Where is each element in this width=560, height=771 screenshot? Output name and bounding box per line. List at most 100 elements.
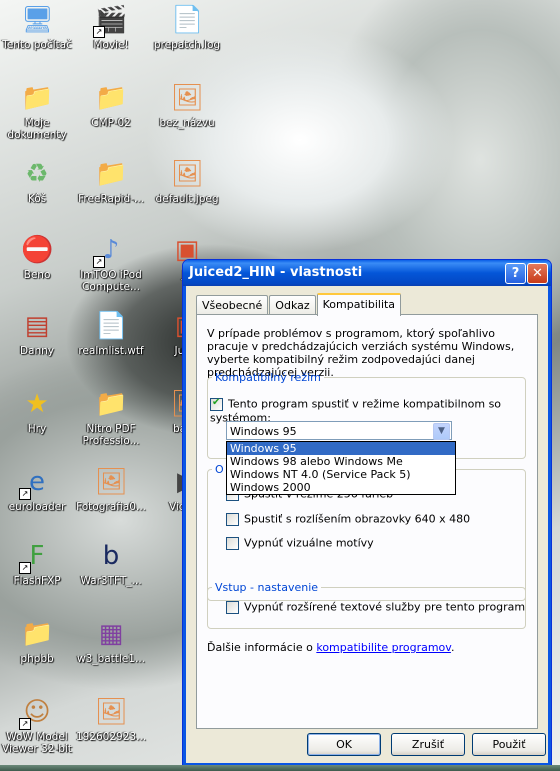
shortcut-arrow-icon: ↗ (93, 26, 105, 38)
more-info-prefix: Ďalšie informácie o (207, 641, 317, 654)
folder-icon: 📁 (95, 83, 128, 113)
compat-mode-select[interactable]: Windows 95 ▼ (226, 421, 452, 440)
desktop-icon[interactable]: 🖼 default.jpeg (150, 158, 224, 205)
tab-strip: Všeobecné Odkaz Kompatibilita (196, 293, 402, 316)
shortcut-arrow-icon: ↗ (93, 256, 105, 268)
desktop-icon-label: Fotografia0... (76, 501, 146, 513)
cancel-button[interactable]: Zrušiť (391, 733, 465, 756)
winrar-archive-icon: ▦ (98, 619, 124, 649)
dropdown-option-windows-nt4[interactable]: Windows NT 4.0 (Service Pack 5) (227, 468, 455, 481)
apply-button[interactable]: Použiť (472, 733, 546, 756)
compat-mode-selected-value: Windows 95 (230, 425, 297, 438)
desktop-icon-label: prepatch.log (153, 39, 221, 51)
desktop-icon-label: Moje dokumenty (7, 117, 67, 141)
checkbox-icon (226, 536, 239, 550)
desktop-icon-label: Nitro PDF Professio... (82, 423, 140, 447)
tab-general[interactable]: Všeobecné (196, 295, 269, 315)
desktop-icon-label: bez_názvu (159, 117, 215, 129)
resolution-640-label: Spustiť s rozlíšením obrazovky 640 x 480 (244, 512, 471, 526)
desktop-icon[interactable]: ♻ Kôš (0, 158, 74, 205)
my-documents-icon: 📁 (21, 83, 54, 113)
resolution-640-checkbox[interactable]: Spustiť s rozlíšením obrazovky 640 x 480 (226, 512, 470, 526)
desktop-icon[interactable]: 📁 phpbb (0, 618, 74, 665)
file-icon: ▤ (24, 311, 50, 341)
compatibility-panel: V prípade problémov s programom, ktorý s… (196, 314, 538, 729)
desktop-icon-label: 192602923... (75, 731, 147, 743)
more-info-text: Ďalšie informácie o kompatibilite progra… (207, 641, 454, 654)
dropdown-option-windows-95[interactable]: Windows 95 (227, 442, 455, 455)
desktop-icon-label: Danny (19, 345, 55, 357)
desktop-icon-label: default.jpeg (155, 193, 219, 205)
desktop-icon-label: euroloader (8, 501, 66, 513)
disable-text-services-label: Vypnúť rozšírené textové služby pre tent… (244, 600, 526, 614)
ok-button[interactable]: OK (307, 733, 381, 756)
checkbox-icon (226, 512, 239, 526)
desktop-icon[interactable]: ▦ w3_battle1... (74, 618, 148, 665)
desktop-icon[interactable]: 📄 realmlist.wtf (74, 310, 148, 357)
text-file-icon: 📄 (95, 311, 128, 341)
desktop-icon[interactable]: ★ Hry (0, 388, 74, 435)
desktop-icon-label: Movie! (93, 39, 129, 51)
desktop-icon-label: w3_battle1... (77, 653, 145, 665)
dropdown-option-windows-2000[interactable]: Windows 2000 (227, 481, 455, 494)
desktop-icon[interactable]: ♪ ↗ ImTOO iPod Compute... (74, 234, 148, 293)
image-file-icon: 🖼 (95, 467, 129, 497)
wow-model-viewer-icon: ☺ ↗ (19, 696, 53, 730)
compat-mode-dropdown-list: Windows 95 Windows 98 alebo Windows Me W… (226, 441, 456, 495)
desktop-icon[interactable]: 🖥 Tento počítač (0, 4, 74, 51)
euroloader-icon: e ↗ (19, 466, 53, 500)
desktop-icon[interactable]: 🖼 192602923... (74, 696, 148, 743)
checkbox-checked-icon (210, 397, 223, 411)
shortcut-arrow-icon: ↗ (19, 562, 31, 574)
log-file-icon: 📄 (171, 5, 204, 35)
properties-dialog: Juiced2_HIN - vlastnosti ? ✕ Všeobecné O… (182, 259, 552, 767)
close-button[interactable]: ✕ (527, 263, 548, 284)
shortcut-arrow-icon: ↗ (19, 718, 31, 730)
disable-text-services-checkbox[interactable]: Vypnúť rozšírené textové služby pre tent… (226, 600, 525, 614)
desktop-icon[interactable]: 📁 FreeRapid-... (74, 158, 148, 205)
ipod-app-icon: ♪ ↗ (93, 234, 127, 268)
desktop-icon[interactable]: 🎬 ↗ Movie! (74, 4, 148, 51)
desktop-icon[interactable]: 📁 Nitro PDF Professio... (74, 388, 148, 447)
recycle-bin-icon: ♻ (25, 159, 49, 189)
desktop-icon[interactable]: F ↗ FlashFXP (0, 540, 74, 587)
movie-icon: 🎬 ↗ (93, 5, 128, 38)
taskbar-edge (0, 765, 560, 771)
desktop-icon[interactable]: 📁 Moje dokumenty (0, 82, 74, 141)
image-file-icon: 🖼 (171, 83, 205, 113)
desktop-icon-label: realmlist.wtf (78, 345, 144, 357)
desktop-icon[interactable]: ⛔ Beno (0, 234, 74, 281)
compatibility-help-link[interactable]: kompatibilite programov (316, 641, 451, 654)
desktop-icon-label: Tento počítač (2, 39, 72, 51)
bnet-icon: b (102, 541, 120, 571)
folder-icon: 📁 (21, 619, 54, 649)
desktop-icon[interactable]: 📁 CMP-02 (74, 82, 148, 129)
desktop-icon-label: phpbb (20, 653, 54, 665)
desktop-icon[interactable]: 🖼 bez_názvu (150, 82, 224, 129)
title-bar[interactable]: Juiced2_HIN - vlastnosti ? ✕ (183, 260, 551, 286)
blocked-icon: ⛔ (21, 235, 54, 265)
flashfxp-icon: F ↗ (19, 540, 53, 574)
disable-themes-label: Vypnúť vizuálne motívy (244, 536, 374, 550)
desktop-icon-label: ImTOO iPod Compute... (80, 269, 142, 293)
desktop-icon[interactable]: ☺ ↗ WoW Model Viewer 32-bit (0, 696, 74, 755)
image-file-icon: 🖼 (95, 697, 129, 727)
disable-themes-checkbox[interactable]: Vypnúť vizuálne motívy (226, 536, 374, 550)
compat-mode-checkbox[interactable]: Tento program spustiť v režime kompatibi… (210, 397, 537, 424)
window-title: Juiced2_HIN - vlastnosti (189, 265, 363, 280)
chevron-down-icon[interactable]: ▼ (433, 423, 450, 440)
desktop-icon[interactable]: 📄 prepatch.log (150, 4, 224, 51)
tab-shortcut[interactable]: Odkaz (269, 295, 316, 315)
help-button[interactable]: ? (505, 263, 526, 284)
compat-mode-legend: Kompatibilný režim (215, 371, 321, 384)
tab-compatibility[interactable]: Kompatibilita (316, 293, 402, 316)
desktop-icon-label: Kôš (27, 193, 47, 205)
dialog-client: Všeobecné Odkaz Kompatibilita V prípade … (187, 287, 547, 762)
desktop-icon[interactable]: e ↗ euroloader (0, 466, 74, 513)
desktop-icon[interactable]: b War3TFT_... (74, 540, 148, 587)
desktop-icon[interactable]: ▤ Danny (0, 310, 74, 357)
dropdown-option-windows-98-me[interactable]: Windows 98 alebo Windows Me (227, 455, 455, 468)
desktop-icon-label: WoW Model Viewer 32-bit (2, 731, 72, 755)
desktop-icon[interactable]: 🖼 Fotografia0... (74, 466, 148, 513)
my-computer-icon: 🖥 (21, 5, 55, 35)
